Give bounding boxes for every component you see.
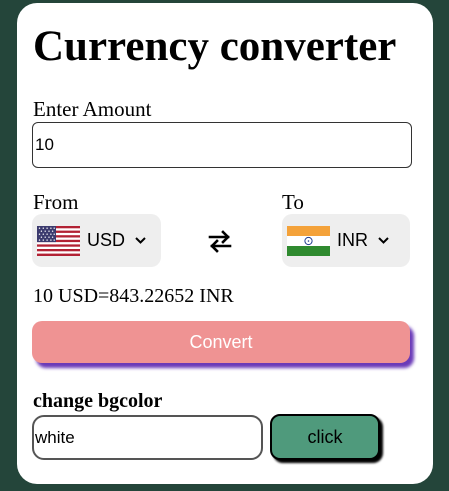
page-title: Currency converter xyxy=(33,23,397,70)
bgcolor-label: change bgcolor xyxy=(33,390,163,412)
from-currency-select[interactable]: USD xyxy=(32,214,161,267)
to-currency-code: INR xyxy=(337,230,368,250)
from-currency-code: USD xyxy=(87,230,126,250)
us-flag-icon xyxy=(37,225,80,256)
swap-arrows-icon[interactable] xyxy=(207,229,233,253)
india-flag-icon xyxy=(287,225,330,256)
amount-input[interactable] xyxy=(32,122,412,168)
chevron-down-icon xyxy=(378,237,389,244)
amount-label: Enter Amount xyxy=(33,97,152,121)
to-currency-select[interactable]: INR xyxy=(282,214,410,267)
convert-button[interactable]: Convert xyxy=(32,321,410,363)
conversion-result: 10 USD=843.22652 INR xyxy=(33,285,234,307)
bgcolor-input[interactable] xyxy=(32,415,263,460)
chevron-down-icon xyxy=(135,237,146,244)
to-label: To xyxy=(282,190,304,214)
from-label: From xyxy=(33,190,79,214)
converter-card: Currency converter Enter Amount From To … xyxy=(17,3,433,484)
bgcolor-click-button[interactable]: click xyxy=(270,414,380,460)
